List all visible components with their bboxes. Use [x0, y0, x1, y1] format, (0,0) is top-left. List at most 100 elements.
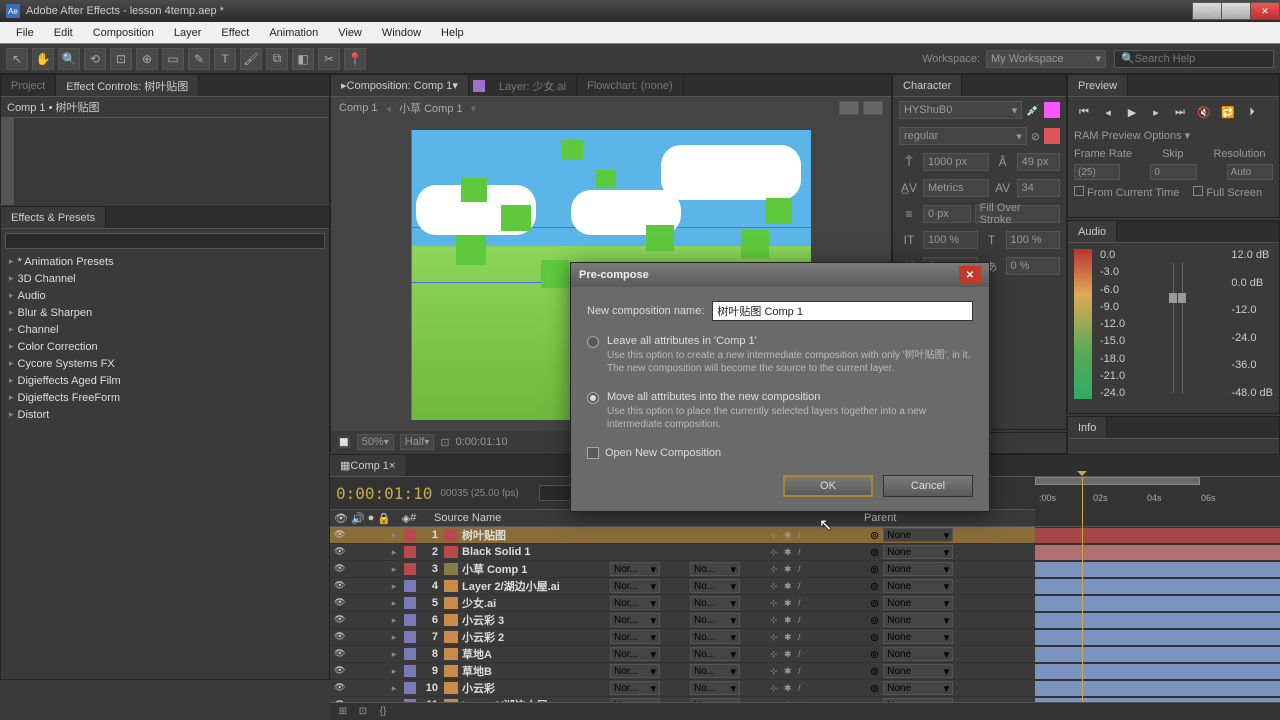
parent-dropdown[interactable]: None ▾: [883, 681, 953, 695]
layer-name[interactable]: 树叶贴图: [460, 527, 610, 543]
layer-bar[interactable]: [1035, 545, 1280, 560]
pickwhip-icon[interactable]: ⊚: [870, 648, 879, 661]
menu-animation[interactable]: Animation: [259, 27, 328, 39]
switch-icon[interactable]: ⊹: [770, 632, 782, 643]
timeline-timecode[interactable]: 0:00:01:10: [336, 484, 432, 503]
ep-item[interactable]: Blur & Sharpen: [1, 304, 329, 321]
pickwhip-icon[interactable]: ⊚: [870, 665, 879, 678]
menu-layer[interactable]: Layer: [164, 27, 212, 39]
layer-color-swatch[interactable]: [404, 682, 416, 694]
eye-icon[interactable]: 👁: [334, 597, 345, 609]
effects-presets-list[interactable]: * Animation Presets 3D Channel Audio Blu…: [1, 253, 329, 679]
parent-dropdown[interactable]: None ▾: [883, 562, 953, 576]
flowchart-tab[interactable]: Flowchart: (none): [577, 75, 684, 96]
fx-switch-icon[interactable]: ✱: [784, 581, 796, 592]
brush-tool-icon[interactable]: 🖌: [240, 48, 262, 70]
fx-switch-icon[interactable]: ✱: [784, 547, 796, 558]
character-tab[interactable]: Character: [893, 75, 962, 96]
breadcrumb-comp[interactable]: Comp 1: [339, 102, 378, 114]
layer-bar[interactable]: [1035, 579, 1280, 594]
parent-dropdown[interactable]: None ▾: [883, 630, 953, 644]
ep-item[interactable]: Color Correction: [1, 338, 329, 355]
eye-column-icon[interactable]: 👁: [334, 512, 348, 525]
motion-blur-icon[interactable]: /: [798, 530, 810, 540]
comp-time[interactable]: 0:00:01:10: [456, 436, 508, 448]
blend-mode-dropdown[interactable]: Nor... ▾: [610, 579, 660, 593]
twirl-icon[interactable]: ▸: [388, 598, 400, 609]
motion-blur-icon[interactable]: /: [798, 581, 810, 591]
fx-switch-icon[interactable]: ✱: [784, 598, 796, 609]
pickwhip-icon[interactable]: ⊚: [870, 631, 879, 644]
toggle-switches-icon[interactable]: ⊞: [336, 705, 350, 719]
blend-mode-dropdown[interactable]: Nor... ▾: [610, 596, 660, 610]
motion-blur-icon[interactable]: /: [798, 564, 810, 574]
layer-bar[interactable]: [1035, 647, 1280, 662]
switch-icon[interactable]: ⊹: [770, 649, 782, 660]
layer-bar[interactable]: [1035, 664, 1280, 679]
timeline-layer-row[interactable]: 👁▸1树叶贴图⊹✱/⊚None ▾: [330, 527, 1035, 544]
parent-dropdown[interactable]: None ▾: [883, 647, 953, 661]
clone-tool-icon[interactable]: ⧉: [266, 48, 288, 70]
eye-icon[interactable]: 👁: [334, 614, 345, 626]
layer-name[interactable]: 小云彩 2: [460, 629, 610, 645]
tsume-input[interactable]: 0 %: [1006, 257, 1061, 275]
last-frame-icon[interactable]: ⏭: [1170, 103, 1190, 121]
twirl-icon[interactable]: ▸: [388, 564, 400, 575]
layer-name[interactable]: 小云彩 3: [460, 612, 610, 628]
trkmat-dropdown[interactable]: No... ▾: [690, 613, 740, 627]
ep-item[interactable]: Audio: [1, 287, 329, 304]
layer-bar[interactable]: [1035, 630, 1280, 645]
timeline-layer-row[interactable]: 👁▸2Black Solid 1⊹✱/⊚None ▾: [330, 544, 1035, 561]
close-button[interactable]: ✕: [1250, 2, 1280, 20]
search-help-input[interactable]: 🔍 Search Help: [1114, 50, 1274, 68]
trkmat-dropdown[interactable]: No... ▾: [690, 596, 740, 610]
comp-tab[interactable]: ▸ Composition: Comp 1 ▾: [331, 75, 469, 96]
menu-view[interactable]: View: [328, 27, 372, 39]
twirl-icon[interactable]: ▸: [388, 530, 400, 541]
motion-blur-icon[interactable]: /: [798, 649, 810, 659]
stroke-width-input[interactable]: 0 px: [923, 205, 971, 223]
timeline-layer-row[interactable]: 👁▸9草地BNor... ▾No... ▾⊹✱/⊚None ▾: [330, 663, 1035, 680]
timeline-layer-row[interactable]: 👁▸7小云彩 2Nor... ▾No... ▾⊹✱/⊚None ▾: [330, 629, 1035, 646]
fx-switch-icon[interactable]: ✱: [784, 564, 796, 575]
switch-icon[interactable]: ⊹: [770, 581, 782, 592]
cti-line[interactable]: [1082, 527, 1083, 702]
parent-dropdown[interactable]: None ▾: [883, 545, 953, 559]
trkmat-dropdown[interactable]: No... ▾: [690, 562, 740, 576]
font-dropdown[interactable]: HYShuB0▾: [899, 101, 1022, 119]
grid-icon[interactable]: [839, 101, 859, 115]
framerate-dropdown[interactable]: (25): [1074, 164, 1120, 180]
ep-item[interactable]: Digieffects Aged Film: [1, 372, 329, 389]
eye-icon[interactable]: 👁: [334, 546, 345, 558]
breadcrumb-nested[interactable]: 小草 Comp 1: [399, 100, 463, 116]
eye-icon[interactable]: 👁: [334, 648, 345, 660]
loop-icon[interactable]: 🔁: [1218, 103, 1238, 121]
stroke-swatch[interactable]: [1044, 128, 1060, 144]
layer-color-swatch[interactable]: [404, 546, 416, 558]
fx-switch-icon[interactable]: ✱: [784, 683, 796, 694]
shape-tool-icon[interactable]: ▭: [162, 48, 184, 70]
layer-color-swatch[interactable]: [404, 665, 416, 677]
fx-switch-icon[interactable]: ✱: [784, 632, 796, 643]
layer-color-swatch[interactable]: [404, 529, 416, 541]
twirl-icon[interactable]: ▸: [388, 683, 400, 694]
layout-icon[interactable]: [863, 101, 883, 115]
twirl-icon[interactable]: ▸: [388, 581, 400, 592]
switch-icon[interactable]: ⊹: [770, 683, 782, 694]
ep-item[interactable]: Distort: [1, 406, 329, 423]
fx-switch-icon[interactable]: ✱: [784, 615, 796, 626]
panbehind-tool-icon[interactable]: ⊕: [136, 48, 158, 70]
switch-icon[interactable]: ⊹: [770, 564, 782, 575]
eraser-tool-icon[interactable]: ◧: [292, 48, 314, 70]
text-tool-icon[interactable]: T: [214, 48, 236, 70]
camera-tool-icon[interactable]: ⊡: [110, 48, 132, 70]
cancel-button[interactable]: Cancel: [883, 475, 973, 497]
motion-blur-icon[interactable]: /: [798, 632, 810, 642]
parent-dropdown[interactable]: None ▾: [883, 596, 953, 610]
ep-item[interactable]: Digieffects FreeForm: [1, 389, 329, 406]
toggle-brackets-icon[interactable]: {}: [376, 705, 390, 719]
kerning-dropdown[interactable]: Metrics: [923, 179, 989, 197]
timeline-layer-row[interactable]: 👁▸10小云彩Nor... ▾No... ▾⊹✱/⊚None ▾: [330, 680, 1035, 697]
layer-bar[interactable]: [1035, 681, 1280, 696]
first-frame-icon[interactable]: ⏮: [1074, 103, 1094, 121]
